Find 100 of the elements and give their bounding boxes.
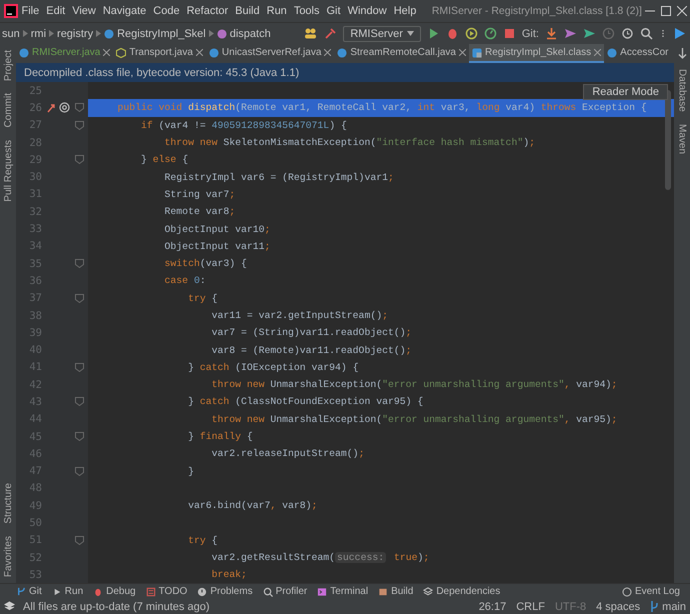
tool-window-button[interactable]: Build — [378, 586, 414, 597]
close-icon[interactable] — [103, 49, 110, 56]
tool-window-tab[interactable]: Structure — [2, 483, 14, 524]
tool-window-button[interactable]: TODO — [146, 586, 188, 597]
status-item[interactable]: 26:17 — [478, 600, 506, 612]
menu-item[interactable]: Run — [263, 5, 290, 17]
code-line: } else { — [140, 153, 190, 168]
tool-window-button[interactable]: Terminal — [317, 586, 368, 597]
editor-tab[interactable]: AccessCor — [604, 44, 672, 63]
menu-item[interactable]: Tools — [290, 5, 323, 17]
gauge-icon[interactable] — [484, 27, 497, 40]
code-line: String var7; — [164, 188, 236, 202]
editor-tab[interactable]: RegistryImpl_Skel.class — [469, 44, 604, 63]
class-icon — [337, 48, 348, 58]
run-configuration-dropdown[interactable]: RMIServer — [343, 26, 421, 42]
fold-marker-icon[interactable] — [74, 155, 84, 164]
breadcrumb-item[interactable]: registry — [57, 28, 94, 40]
code-line: var6.bind(var7, var8); — [187, 499, 318, 514]
menu-item[interactable]: Refactor — [183, 5, 232, 17]
code-line: Remote var8; — [164, 205, 236, 220]
branch-widget[interactable]: main — [650, 600, 686, 612]
fold-marker-icon[interactable] — [74, 397, 84, 406]
tool-window-button[interactable]: Problems — [197, 586, 253, 597]
event-log-button[interactable]: Event Log — [622, 586, 680, 597]
chevron-icon — [49, 30, 54, 37]
close-icon[interactable] — [324, 49, 332, 56]
chevron-icon — [208, 30, 214, 37]
hammer-icon[interactable] — [324, 27, 338, 40]
fold-marker-icon[interactable] — [74, 259, 84, 268]
play-icon — [52, 586, 62, 596]
menu-item[interactable]: Code — [150, 5, 184, 17]
tool-window-tab[interactable]: Pull Requests — [2, 140, 14, 202]
code-line: RegistryImpl var6 = (RegistryImpl)var1; — [164, 170, 395, 185]
stop-icon[interactable] — [502, 27, 516, 40]
menu-item[interactable]: Build — [232, 5, 264, 17]
caret-icon — [406, 31, 414, 36]
fold-marker-icon[interactable] — [74, 103, 84, 112]
code-line: var8 = (Remote)var11.readObject(); — [210, 344, 412, 358]
tool-window-tab[interactable]: Favorites — [2, 536, 14, 577]
code-line: try { — [187, 292, 218, 306]
menu-item[interactable]: Git — [323, 5, 344, 17]
tool-window-button[interactable]: Dependencies — [423, 586, 500, 597]
users-icon[interactable] — [303, 27, 318, 40]
implementation-arrow-icon[interactable] — [46, 102, 57, 114]
interface-icon — [116, 48, 126, 58]
coverage-icon[interactable] — [464, 27, 478, 40]
tool-window-button[interactable]: Run — [52, 586, 84, 597]
tool-window-button[interactable]: Git — [16, 586, 42, 597]
breadcrumb-item[interactable]: dispatch — [230, 28, 271, 40]
fold-marker-icon[interactable] — [74, 466, 84, 476]
build-icon — [378, 586, 388, 596]
method-icon — [216, 28, 227, 38]
menu-item[interactable]: Edit — [42, 5, 69, 17]
send-icon[interactable] — [564, 27, 577, 40]
fold-marker-icon[interactable] — [74, 362, 84, 372]
editor-tab[interactable]: RMIServer.java — [16, 44, 114, 63]
plugin-logo-icon[interactable] — [673, 27, 686, 40]
fold-marker-icon[interactable] — [74, 120, 84, 130]
menu-item[interactable]: File — [18, 5, 43, 17]
close-icon[interactable] — [594, 49, 602, 56]
menu-item[interactable]: View — [68, 5, 100, 17]
close-icon[interactable] — [196, 49, 203, 56]
tool-window-tab[interactable]: Database — [676, 69, 688, 112]
download-arrow-icon[interactable] — [545, 27, 558, 40]
code-line: throw new SkeletonMismatchException("interface hash mismatch"); — [164, 136, 536, 150]
menu-item[interactable]: Window — [344, 5, 390, 17]
branch-icon — [16, 586, 26, 596]
close-icon[interactable] — [459, 49, 466, 56]
menu-item[interactable]: Navigate — [99, 5, 150, 17]
tool-window-tab[interactable]: Maven — [676, 124, 688, 154]
code-line: throw new UnmarshalException("error unmarshalling arguments", var95); — [210, 412, 618, 427]
code-line: var2.releaseInputStream(); — [210, 447, 366, 462]
editor-tab[interactable]: Transport.java — [113, 44, 206, 63]
tool-window-button[interactable]: Profiler — [262, 586, 308, 597]
fold-marker-icon[interactable] — [74, 294, 84, 303]
code-line: } finally { — [187, 430, 254, 444]
status-item[interactable]: 4 spaces — [596, 600, 640, 612]
fold-marker-icon[interactable] — [74, 536, 84, 545]
tool-window-tab[interactable]: Project — [2, 50, 14, 82]
search-icon[interactable] — [640, 27, 653, 40]
chevron-icon — [22, 30, 28, 37]
menu-item[interactable]: Help — [390, 5, 420, 17]
code-line: case 0: — [164, 274, 207, 288]
breadcrumb-item[interactable]: sun — [2, 28, 20, 40]
editor-tab[interactable]: UnicastServerRef.java — [206, 44, 334, 63]
arrow-down-icon[interactable] — [678, 48, 687, 59]
push-arrow-icon[interactable] — [583, 27, 596, 40]
history-icon[interactable] — [621, 27, 634, 40]
close-icon[interactable] — [676, 6, 687, 16]
editor-tab[interactable]: StreamRemoteCall.java — [334, 44, 469, 63]
breadcrumb-item[interactable]: RegistryImpl_Skel — [117, 28, 206, 40]
maximize-icon[interactable] — [660, 6, 671, 16]
tool-window-button[interactable]: Debug — [93, 586, 136, 597]
fold-marker-icon[interactable] — [74, 432, 84, 442]
tool-window-tab[interactable]: Commit — [2, 93, 14, 128]
breadcrumb-item[interactable]: rmi — [30, 28, 46, 40]
status-item[interactable]: CRLF — [516, 600, 545, 612]
app-logo-icon — [4, 4, 18, 18]
code-line: throw new UnmarshalException("error unmarshalling arguments", var94); — [210, 378, 618, 392]
code-line: ObjectInput var11; — [164, 240, 272, 254]
